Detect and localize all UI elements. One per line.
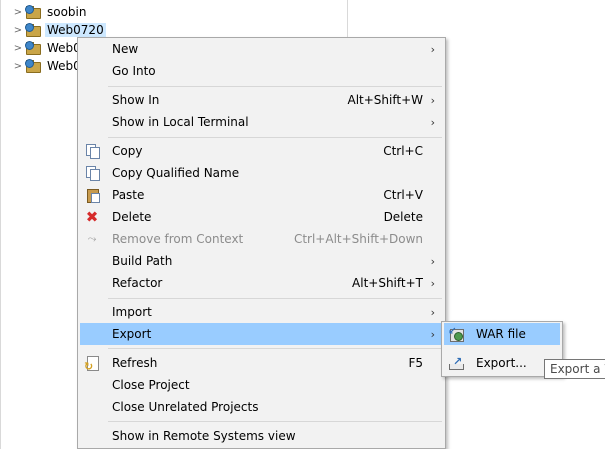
menu-item-shortcut: F5 (408, 356, 423, 370)
menu-item-label: Close Project (112, 378, 190, 392)
submenu-arrow-icon: › (430, 305, 435, 319)
chevron-right-icon[interactable]: > (13, 25, 23, 36)
tree-item-project[interactable]: > Web0 (13, 57, 83, 75)
menu-item-remove-from-context: ⤳ Remove from Context Ctrl+Alt+Shift+Dow… (80, 228, 443, 250)
export-icon: ↗ (448, 355, 464, 371)
menu-item-label: Show in Local Terminal (112, 115, 249, 129)
menu-item-copy[interactable]: Copy Ctrl+C (80, 140, 443, 162)
menu-separator (108, 348, 442, 349)
context-menu: New › Go Into Show In Alt+Shift+W › Show… (77, 37, 446, 449)
submenu-item-label: WAR file (476, 327, 526, 341)
tree-item-label: soobin (47, 5, 87, 19)
eclipse-workbench: > soobin > Web0720 > Web0 > Web0 New › G… (0, 0, 605, 449)
menu-item-shortcut: Delete (383, 210, 423, 224)
menu-separator (108, 86, 442, 87)
submenu-arrow-icon: › (430, 254, 435, 268)
tooltip: Export a W (544, 359, 605, 379)
menu-item-import[interactable]: Import › (80, 301, 443, 323)
menu-item-label: Copy Qualified Name (112, 166, 240, 180)
menu-item-label: Build Path (112, 254, 173, 268)
menu-item-label: Copy (112, 144, 143, 158)
menu-item-label: Remove from Context (112, 232, 244, 246)
menu-item-show-in[interactable]: Show In Alt+Shift+W › (80, 89, 443, 111)
submenu-arrow-icon: › (430, 327, 435, 341)
submenu-arrow-icon: › (430, 42, 435, 56)
menu-item-close-unrelated-projects[interactable]: Close Unrelated Projects (80, 396, 443, 418)
submenu-arrow-icon: › (430, 276, 435, 290)
menu-item-show-in-local-terminal[interactable]: Show in Local Terminal › (80, 111, 443, 133)
menu-item-refresh[interactable]: ↻ Refresh F5 (80, 352, 443, 374)
menu-item-label: Import (112, 305, 152, 319)
menu-item-go-into[interactable]: Go Into (80, 60, 443, 82)
menu-item-refactor[interactable]: Refactor Alt+Shift+T › (80, 272, 443, 294)
refresh-icon: ↻ (84, 355, 100, 373)
menu-separator (108, 421, 442, 422)
submenu-item-war-file[interactable]: ↙ WAR file (444, 323, 560, 345)
menu-item-shortcut: Ctrl+V (383, 188, 423, 202)
web-project-icon (25, 41, 41, 55)
menu-item-build-path[interactable]: Build Path › (80, 250, 443, 272)
menu-item-label: Delete (112, 210, 152, 224)
menu-item-close-project[interactable]: Close Project (80, 374, 443, 396)
copy-icon (84, 143, 100, 159)
menu-item-shortcut: Alt+Shift+T (352, 276, 423, 290)
menu-item-label: Refactor (112, 276, 163, 290)
chevron-right-icon[interactable]: > (13, 7, 23, 18)
menu-item-show-in-remote-systems-view[interactable]: Show in Remote Systems view (80, 425, 443, 447)
menu-item-shortcut: Alt+Shift+W (347, 93, 424, 107)
menu-item-copy-qualified-name[interactable]: Copy Qualified Name (80, 162, 443, 184)
submenu-item-label: Export... (476, 356, 527, 370)
submenu-item-export[interactable]: ↗ Export... (444, 352, 560, 374)
tree-item-project[interactable]: > soobin (13, 3, 89, 21)
menu-item-label: Export (112, 327, 152, 341)
menu-item-label: Refresh (112, 356, 158, 370)
chevron-right-icon[interactable]: > (13, 61, 23, 72)
menu-item-shortcut: Ctrl+C (383, 144, 423, 158)
menu-item-label: Show In (112, 93, 160, 107)
copy-qualified-name-icon (84, 165, 100, 181)
chevron-right-icon[interactable]: > (13, 43, 23, 54)
paste-icon (84, 187, 100, 203)
war-file-icon: ↙ (448, 326, 464, 342)
web-project-icon (25, 59, 41, 73)
web-project-icon (25, 23, 41, 37)
tree-item-project[interactable]: > Web0 (13, 39, 83, 57)
menu-item-label: Go Into (112, 64, 156, 78)
menu-item-label: Paste (112, 188, 145, 202)
menu-item-new[interactable]: New › (80, 38, 443, 60)
web-project-icon (25, 5, 41, 19)
menu-item-label: New (112, 42, 139, 56)
submenu-arrow-icon: › (430, 115, 435, 129)
tree-item-label: Web0720 (45, 23, 106, 37)
menu-item-label: Show in Remote Systems view (112, 429, 296, 443)
menu-item-paste[interactable]: Paste Ctrl+V (80, 184, 443, 206)
menu-item-delete[interactable]: ✖ Delete Delete (80, 206, 443, 228)
menu-separator (108, 298, 442, 299)
menu-item-export[interactable]: Export › (80, 323, 443, 345)
delete-icon: ✖ (85, 208, 99, 226)
menu-item-label: Close Unrelated Projects (112, 400, 259, 414)
remove-context-icon: ⤳ (87, 232, 97, 245)
menu-item-shortcut: Ctrl+Alt+Shift+Down (293, 232, 423, 246)
submenu-arrow-icon: › (430, 93, 435, 107)
menu-separator (108, 137, 442, 138)
